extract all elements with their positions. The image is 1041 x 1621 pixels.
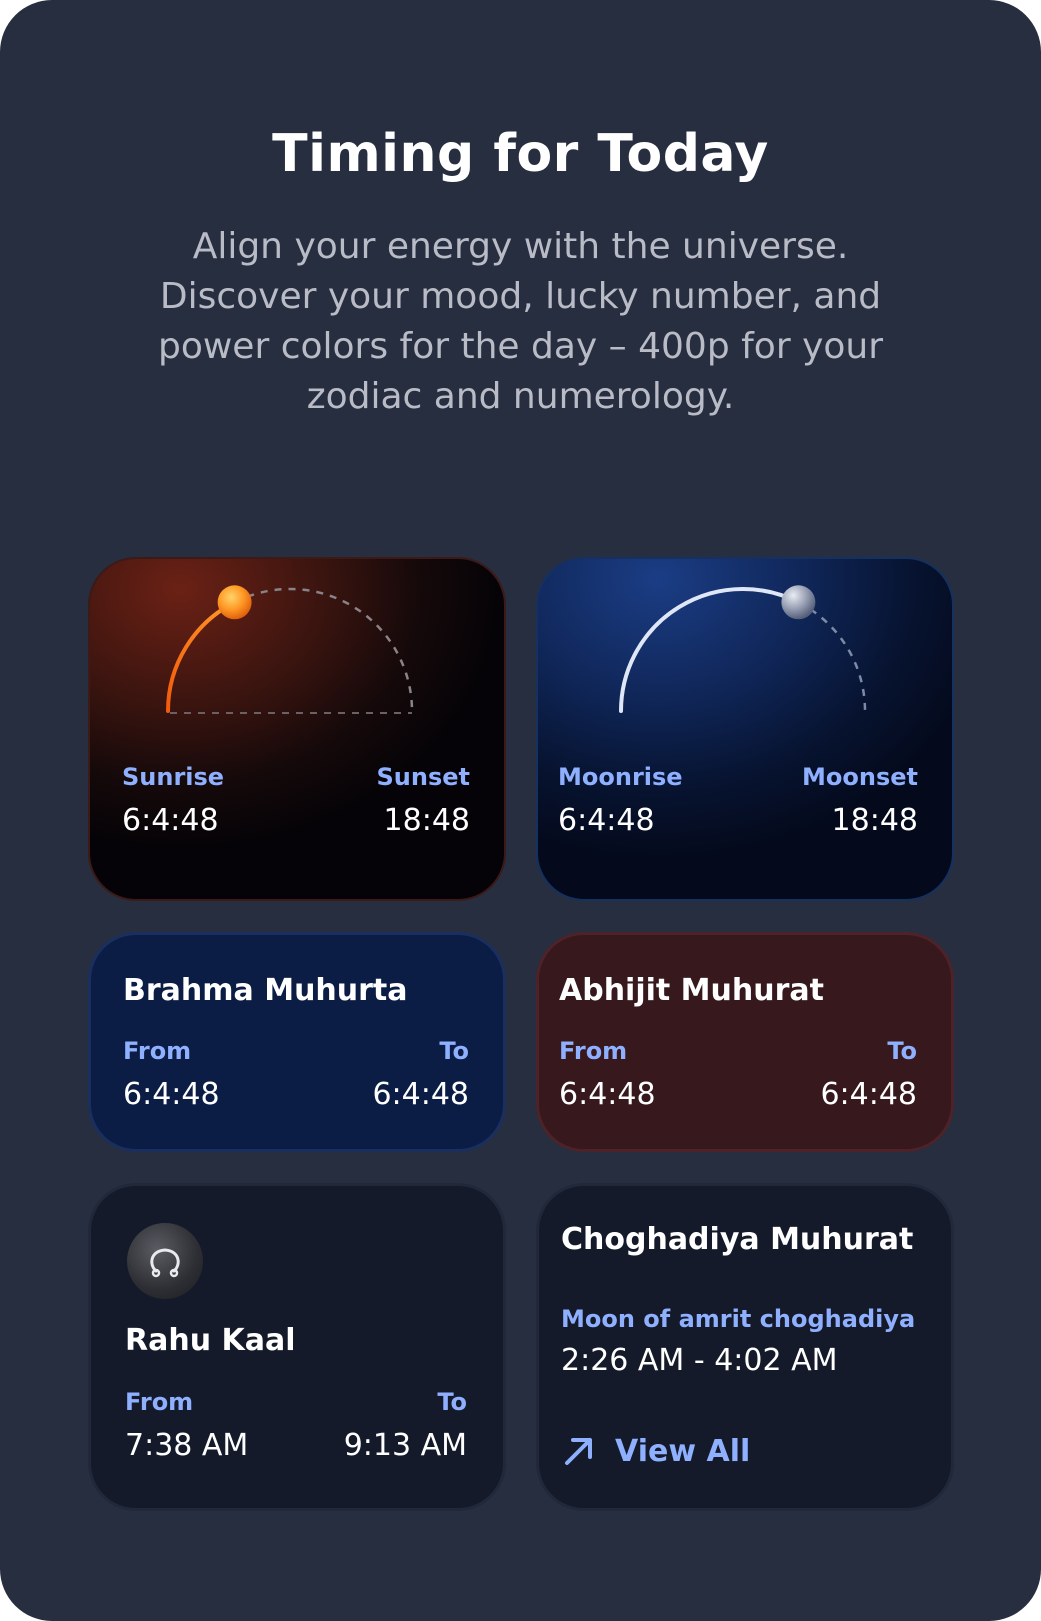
moonrise-label: Moonrise	[558, 763, 683, 791]
abhijit-from-time: 6:4:48	[559, 1077, 656, 1112]
view-all-label: View All	[615, 1433, 751, 1469]
moon-progress-arc	[619, 587, 801, 713]
rahu-title: Rahu Kaal	[125, 1323, 296, 1358]
moon-track-dashed	[797, 601, 867, 712]
moon-arc-chart	[619, 585, 867, 713]
moonset-time: 18:48	[831, 803, 918, 838]
moonrise-moonset-card[interactable]: Moonrise Moonset 6:4:48 18:48	[536, 557, 954, 901]
brahma-to-label: To	[439, 1037, 469, 1065]
sunrise-time: 6:4:48	[122, 803, 219, 838]
abhijit-to-label: To	[887, 1037, 917, 1065]
page-subtitle: Align your energy with the universe. Dis…	[157, 226, 884, 417]
rahu-from-label: From	[125, 1388, 194, 1416]
sun-track-dashed	[234, 587, 414, 712]
sun-arc-chart	[166, 585, 414, 714]
choghadiya-muhurat-card[interactable]: Choghadiya Muhurat Moon of amrit choghad…	[536, 1183, 954, 1511]
abhijit-muhurat-card[interactable]: Abhijit Muhurat From To 6:4:48 6:4:48	[536, 932, 954, 1152]
brahma-muhurta-card[interactable]: Brahma Muhurta From To 6:4:48 6:4:48	[88, 932, 506, 1152]
page-title: Timing for Today	[272, 124, 769, 184]
rahu-to-time: 9:13 AM	[343, 1428, 467, 1463]
timing-panel: Timing for Today Align your energy with …	[0, 0, 1041, 1621]
choghadiya-time-range: 2:26 AM - 4:02 AM	[561, 1343, 838, 1378]
sunset-label: Sunset	[376, 763, 471, 791]
moonrise-time: 6:4:48	[558, 803, 655, 838]
rahu-kaal-card[interactable]: Rahu Kaal From To 7:38 AM 9:13 AM	[88, 1183, 506, 1511]
choghadiya-title: Choghadiya Muhurat	[561, 1222, 914, 1257]
moonset-label: Moonset	[802, 763, 918, 791]
brahma-from-time: 6:4:48	[123, 1077, 220, 1112]
arrow-up-right-icon	[565, 1438, 592, 1465]
rahu-symbol-icon	[127, 1223, 203, 1299]
choghadiya-subtitle: Moon of amrit choghadiya	[561, 1305, 916, 1333]
sunrise-sunset-card[interactable]: Sunrise Sunset 6:4:48 18:48	[88, 557, 506, 901]
sun-icon	[217, 585, 252, 620]
view-all-button[interactable]: View All	[561, 1426, 761, 1476]
brahma-from-label: From	[123, 1037, 192, 1065]
brahma-to-time: 6:4:48	[372, 1077, 469, 1112]
abhijit-to-time: 6:4:48	[820, 1077, 917, 1112]
sun-progress-arc	[166, 600, 237, 713]
brahma-title: Brahma Muhurta	[123, 973, 408, 1008]
abhijit-from-label: From	[559, 1037, 628, 1065]
moon-icon	[781, 585, 816, 620]
abhijit-title: Abhijit Muhurat	[559, 973, 824, 1008]
rahu-from-time: 7:38 AM	[125, 1428, 249, 1463]
rahu-to-label: To	[437, 1388, 467, 1416]
sunset-time: 18:48	[383, 803, 470, 838]
sunrise-label: Sunrise	[122, 763, 225, 791]
